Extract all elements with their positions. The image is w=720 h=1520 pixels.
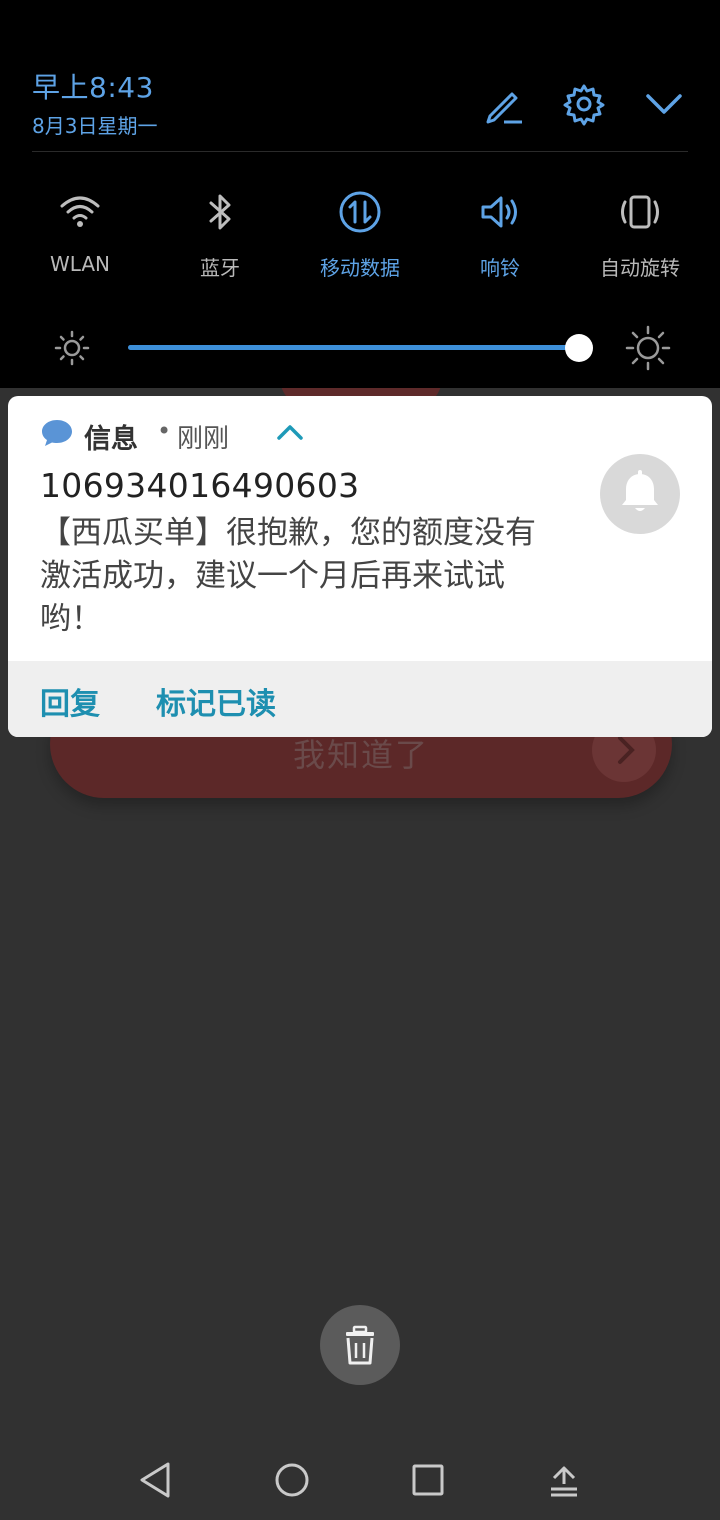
tile-auto-rotate[interactable]: 自动旋转	[570, 188, 710, 288]
tile-bluetooth[interactable]: 蓝牙	[150, 188, 290, 288]
chevron-up-icon[interactable]	[276, 420, 304, 444]
reply-button[interactable]: 回复	[40, 679, 100, 723]
trash-icon	[346, 1325, 374, 1365]
message-icon	[42, 420, 72, 446]
recents-icon[interactable]	[404, 1456, 452, 1504]
mark-read-button[interactable]: 标记已读	[156, 679, 276, 723]
brightness-low-icon	[52, 328, 92, 368]
chevron-down-icon[interactable]	[642, 82, 686, 126]
clear-notifications-button[interactable]	[320, 1305, 400, 1385]
gear-icon[interactable]	[562, 82, 606, 126]
bell-icon[interactable]	[600, 454, 680, 534]
divider	[32, 151, 688, 152]
home-icon[interactable]	[268, 1456, 316, 1504]
tile-label: 蓝牙	[200, 256, 240, 280]
tile-mobile-data[interactable]: 移动数据	[290, 188, 430, 288]
tile-label: 响铃	[480, 256, 520, 280]
navigation-bar	[0, 1440, 720, 1520]
edit-icon[interactable]	[482, 82, 526, 126]
tile-label: WLAN	[49, 252, 111, 276]
bluetooth-icon	[209, 194, 231, 230]
tile-label: 移动数据	[320, 256, 400, 280]
notification-actions: 回复 标记已读	[8, 661, 712, 737]
tile-wlan[interactable]: WLAN	[10, 188, 150, 288]
quick-settings-panel: 早上8:43 8月3日星期一 WLAN 蓝牙 移动数据 响铃 自动旋转	[0, 0, 720, 388]
rotate-icon	[621, 195, 659, 229]
speaker-icon	[481, 196, 517, 228]
back-icon[interactable]	[132, 1456, 180, 1504]
notification-separator: •	[157, 417, 172, 445]
brightness-thumb[interactable]	[565, 334, 594, 362]
wifi-icon	[60, 196, 100, 227]
notification-card[interactable]: 信息 • 刚刚 106934016490603 【西瓜买单】很抱歉，您的额度没有…	[8, 396, 712, 737]
status-time: 早上8:43	[32, 71, 154, 104]
status-date: 8月3日星期一	[32, 114, 158, 138]
brightness-high-icon	[624, 324, 672, 372]
notification-sender: 106934016490603	[40, 466, 360, 505]
notification-shade-icon[interactable]	[540, 1456, 588, 1504]
mobile-data-icon	[339, 191, 381, 233]
brightness-slider[interactable]	[128, 334, 594, 362]
notification-app-name: 信息	[84, 424, 138, 455]
brightness-fill	[128, 345, 580, 350]
notification-body: 【西瓜买单】很抱歉，您的额度没有激活成功，建议一个月后再来试试哟！	[40, 515, 536, 637]
tile-label: 自动旋转	[600, 256, 680, 280]
tile-ring[interactable]: 响铃	[430, 188, 570, 288]
notification-time: 刚刚	[177, 424, 230, 454]
